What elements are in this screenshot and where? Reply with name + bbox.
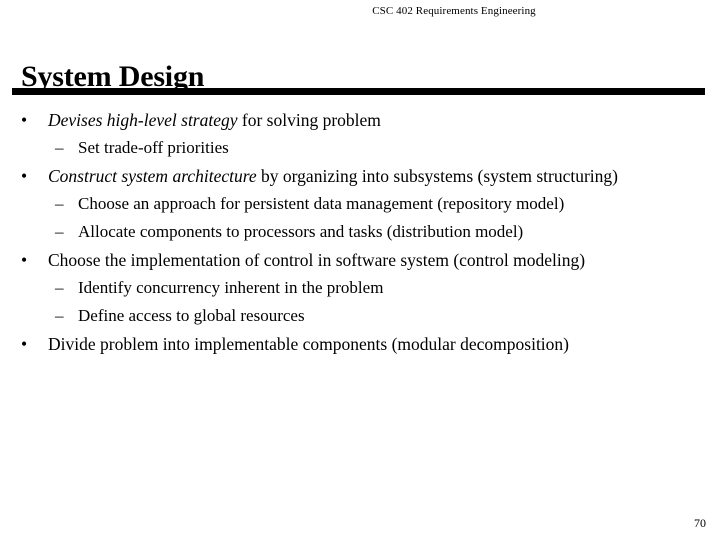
title-divider <box>12 88 705 95</box>
dash-marker-icon: – <box>55 306 64 325</box>
bullet-marker-icon: • <box>21 110 28 130</box>
emphasised-phrase: Construct system architecture <box>48 166 257 186</box>
sub-bullet-item: – Define access to global resources <box>0 302 720 330</box>
dash-marker-icon: – <box>55 222 64 241</box>
bullet-marker-icon: • <box>21 250 28 270</box>
emphasised-phrase: Devises high-level strategy <box>48 110 238 130</box>
dash-marker-icon: – <box>55 194 64 213</box>
bullet-text: Identify concurrency inherent in the pro… <box>78 278 384 297</box>
dash-marker-icon: – <box>55 138 64 157</box>
bullet-text: Divide problem into implementable compon… <box>48 334 570 354</box>
course-title-label: CSC 402 Requirements Engineering <box>372 5 536 17</box>
bullet-text: Choose the implementation of control in … <box>48 250 586 270</box>
page-number: 70 <box>694 516 706 530</box>
bullet-marker-icon: • <box>21 334 28 354</box>
bullet-item: • Construct system architecture by organi… <box>0 162 720 190</box>
bullet-text: Set trade-off priorities <box>78 138 229 157</box>
sub-bullet-item: – Set trade-off priorities <box>0 134 720 162</box>
bullet-item: • Choose the implementation of control in… <box>0 246 720 274</box>
sub-bullet-item: – Identify concurrency inherent in the pr… <box>0 274 720 302</box>
sub-bullet-item: – Choose an approach for persistent data … <box>0 190 720 218</box>
bullet-item: • Divide problem into implementable compo… <box>0 330 720 358</box>
bullet-text: Choose an approach for persistent data m… <box>78 194 565 213</box>
slide-running-header: CSC 402 Requirements Engineering <box>0 4 720 18</box>
bullet-text: Allocate components to processors and ta… <box>78 222 524 241</box>
bullet-marker-icon: • <box>21 166 28 186</box>
bullet-text: by organizing into subsystems (system st… <box>256 166 618 186</box>
bullet-text: for solving problem <box>237 110 381 130</box>
bullet-list: • Devises high-level strategy for solving… <box>0 106 720 358</box>
sub-bullet-item: – Allocate components to processors and t… <box>0 218 720 246</box>
bullet-text: Define access to global resources <box>78 306 305 325</box>
bullet-item: • Devises high-level strategy for solving… <box>0 106 720 134</box>
dash-marker-icon: – <box>55 278 64 297</box>
